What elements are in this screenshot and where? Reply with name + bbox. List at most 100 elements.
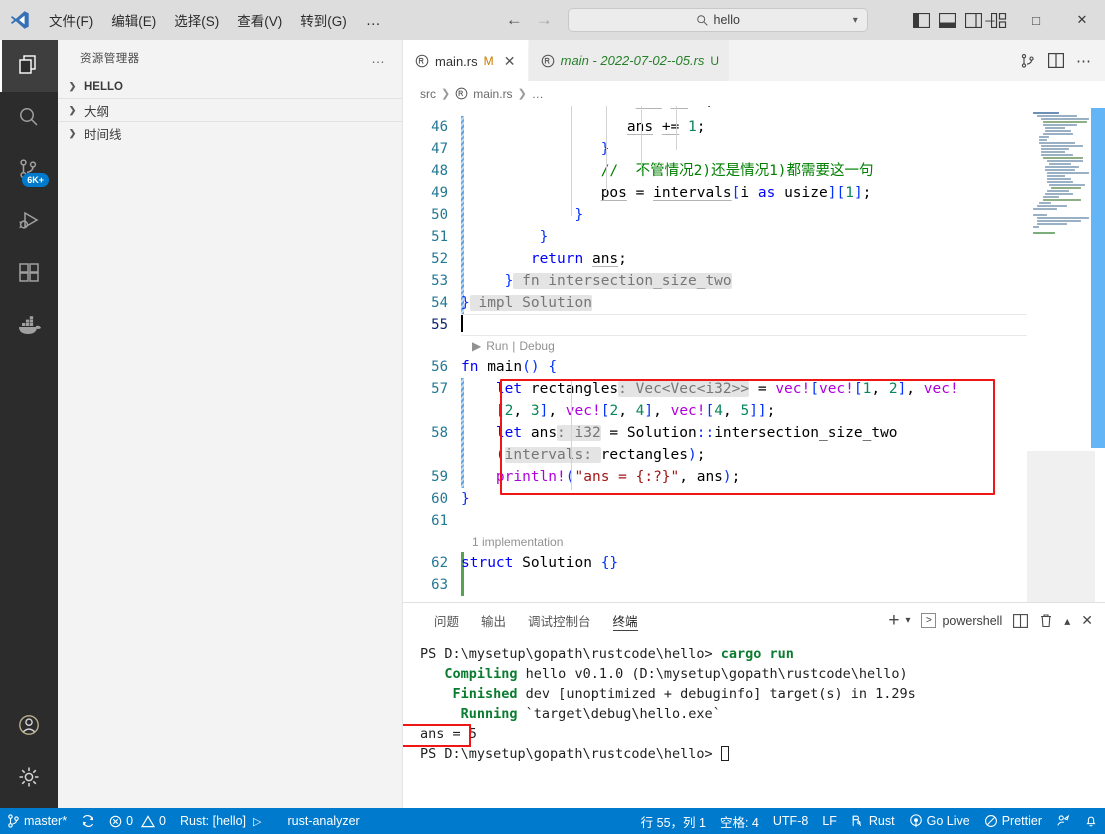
line-number: 47 xyxy=(431,141,448,157)
sync-icon xyxy=(81,814,95,828)
navigation-arrows: ← → xyxy=(506,10,553,30)
chevron-down-icon[interactable]: ▾ xyxy=(853,15,858,26)
minimize-button[interactable]: ─ xyxy=(967,0,1013,40)
sidebar-item-extensions[interactable] xyxy=(0,248,58,300)
split-in-group-icon[interactable] xyxy=(1020,53,1036,69)
line-number: 62 xyxy=(431,555,448,571)
tab-main-2022-07-02-05-rs[interactable]: main - 2022-07-02--05.rs U xyxy=(528,40,731,81)
editor-scrollbar[interactable] xyxy=(1091,106,1105,602)
status-feedback[interactable] xyxy=(1049,808,1077,834)
editor-tab-actions: ⋯ xyxy=(1007,40,1105,81)
status-rust-analyzer-label: rust-analyzer xyxy=(287,814,360,828)
status-git-branch[interactable]: master* xyxy=(0,808,74,834)
tab-bar-filler xyxy=(730,40,1007,81)
menu-more-button[interactable]: … xyxy=(356,10,392,31)
status-notifications[interactable] xyxy=(1077,808,1105,834)
account-icon xyxy=(19,715,39,735)
terminal-selector[interactable]: > powershell xyxy=(921,613,1002,628)
split-editor-icon[interactable] xyxy=(1048,53,1064,68)
sidebar-section-outline[interactable]: ❯ 大纲 xyxy=(58,98,402,121)
status-bar: master* 0 0 Rust: [hello] ▷ rust-analyze… xyxy=(0,808,1105,834)
terminal-command: cargo run xyxy=(712,646,794,662)
arrow-left-icon[interactable]: ← xyxy=(506,10,523,30)
status-rust-analyzer[interactable]: rust-analyzer xyxy=(280,808,366,834)
tab-output[interactable]: 输出 xyxy=(470,603,517,638)
toggle-primary-sidebar-icon[interactable] xyxy=(912,12,930,28)
chevron-down-icon[interactable]: ▾ xyxy=(905,615,910,626)
play-icon[interactable]: ▷ xyxy=(253,815,261,828)
title-bar: 文件(F) 编辑(E) 选择(S) 查看(V) 转到(G) … ← → hell… xyxy=(0,0,1105,40)
explorer-sidebar: 资源管理器 … ❯ HELLO ❯ 大纲 ❯ 时间线 xyxy=(58,40,403,808)
status-eol[interactable]: LF xyxy=(815,808,844,834)
ellipsis-icon[interactable]: … xyxy=(371,50,386,66)
maximize-button[interactable]: □ xyxy=(1013,0,1059,40)
sidebar-item-docker[interactable] xyxy=(0,300,58,352)
accounts-button[interactable] xyxy=(0,699,58,751)
line-number: 49 xyxy=(431,185,448,201)
menu-edit[interactable]: 编辑(E) xyxy=(102,6,165,34)
more-actions-icon[interactable]: ⋯ xyxy=(1076,52,1092,70)
sidebar-section-hello[interactable]: ❯ HELLO xyxy=(58,75,402,98)
menu-selection[interactable]: 选择(S) xyxy=(165,6,228,34)
status-encoding[interactable]: UTF-8 xyxy=(766,808,815,834)
menu-file[interactable]: 文件(F) xyxy=(40,6,102,34)
breadcrumb-file[interactable]: main.rs xyxy=(473,87,512,101)
status-indentation[interactable]: 空格: 4 xyxy=(713,808,766,834)
line-number: 51 xyxy=(431,229,448,245)
status-prettier[interactable]: Prettier xyxy=(977,808,1049,834)
settings-gear-button[interactable] xyxy=(0,751,58,803)
tab-untracked-badge: U xyxy=(710,53,720,68)
chevron-up-icon[interactable]: ▴ xyxy=(1064,614,1070,628)
codelens-run-link[interactable]: Run xyxy=(486,335,508,357)
sidebar-section-timeline[interactable]: ❯ 时间线 xyxy=(58,121,402,144)
close-icon[interactable]: ✕ xyxy=(1081,612,1093,629)
status-rust-target[interactable]: Rust: [hello] ▷ xyxy=(173,808,268,834)
toggle-panel-icon[interactable] xyxy=(938,12,956,28)
status-problems[interactable]: 0 0 xyxy=(102,808,173,834)
code-scroll-area[interactable]: ans += 1; 46 ans += 1; 47 xyxy=(403,106,1027,602)
close-button[interactable]: ✕ xyxy=(1059,0,1105,40)
arrow-right-icon[interactable]: → xyxy=(536,10,553,30)
line-number: 59 xyxy=(431,469,448,485)
tab-main-rs[interactable]: main.rs M ✕ xyxy=(403,40,529,81)
line-number: 52 xyxy=(431,251,448,267)
code-line: 54 } impl Solution xyxy=(403,292,1027,314)
sidebar-item-run-debug[interactable] xyxy=(0,196,58,248)
code-line: 57 let rectangles: Vec<Vec<i32>> = vec![… xyxy=(403,378,1027,422)
minimap-slider[interactable] xyxy=(1027,451,1095,602)
editor-scrollbar-thumb[interactable] xyxy=(1091,108,1105,448)
codelens-implementation-link[interactable]: 1 implementation xyxy=(472,531,563,553)
terminal-line: Finished dev [unoptimized + debuginfo] t… xyxy=(420,684,1105,704)
menu-view[interactable]: 查看(V) xyxy=(228,6,291,34)
tab-problems[interactable]: 问题 xyxy=(423,603,470,638)
play-icon[interactable]: ▶ xyxy=(472,335,481,357)
status-go-live[interactable]: Go Live xyxy=(902,808,977,834)
quick-open-input[interactable]: hello ▾ xyxy=(567,8,868,32)
breadcrumb-symbol[interactable]: … xyxy=(532,87,544,101)
sidebar-item-source-control[interactable]: 6K+ xyxy=(0,144,58,196)
terminal-line: PS D:\mysetup\gopath\rustcode\hello> car… xyxy=(420,644,1105,664)
trash-icon[interactable] xyxy=(1039,613,1053,628)
chevron-right-icon: ❯ xyxy=(68,81,77,91)
menu-go[interactable]: 转到(G) xyxy=(291,6,356,34)
sidebar-section-label: 时间线 xyxy=(84,127,122,142)
status-cursor-position[interactable]: 行 55，列 1 xyxy=(634,808,713,834)
minimap[interactable] xyxy=(1027,106,1105,602)
status-sync[interactable] xyxy=(74,808,102,834)
codelens-debug-link[interactable]: Debug xyxy=(519,335,554,357)
panel-actions: + ▾ > powershell ▴ ✕ xyxy=(888,611,1105,630)
sidebar-item-explorer[interactable] xyxy=(0,40,58,92)
tab-debug-console[interactable]: 调试控制台 xyxy=(517,603,602,638)
status-language-mode[interactable]: Rust xyxy=(844,808,902,834)
close-icon[interactable]: ✕ xyxy=(502,53,518,70)
docker-icon xyxy=(19,316,41,334)
breadcrumb-src[interactable]: src xyxy=(420,87,436,101)
sidebar-item-search[interactable] xyxy=(0,92,58,144)
terminal-output[interactable]: PS D:\mysetup\gopath\rustcode\hello> car… xyxy=(403,638,1105,808)
tab-terminal[interactable]: 终端 xyxy=(602,603,649,638)
code-editor[interactable]: ans += 1; 46 ans += 1; 47 xyxy=(403,106,1105,602)
source-control-badge: 6K+ xyxy=(22,173,49,187)
plus-icon[interactable]: + xyxy=(888,611,899,630)
menu-bar: 文件(F) 编辑(E) 选择(S) 查看(V) 转到(G) … xyxy=(40,6,392,34)
split-terminal-icon[interactable] xyxy=(1013,613,1029,628)
